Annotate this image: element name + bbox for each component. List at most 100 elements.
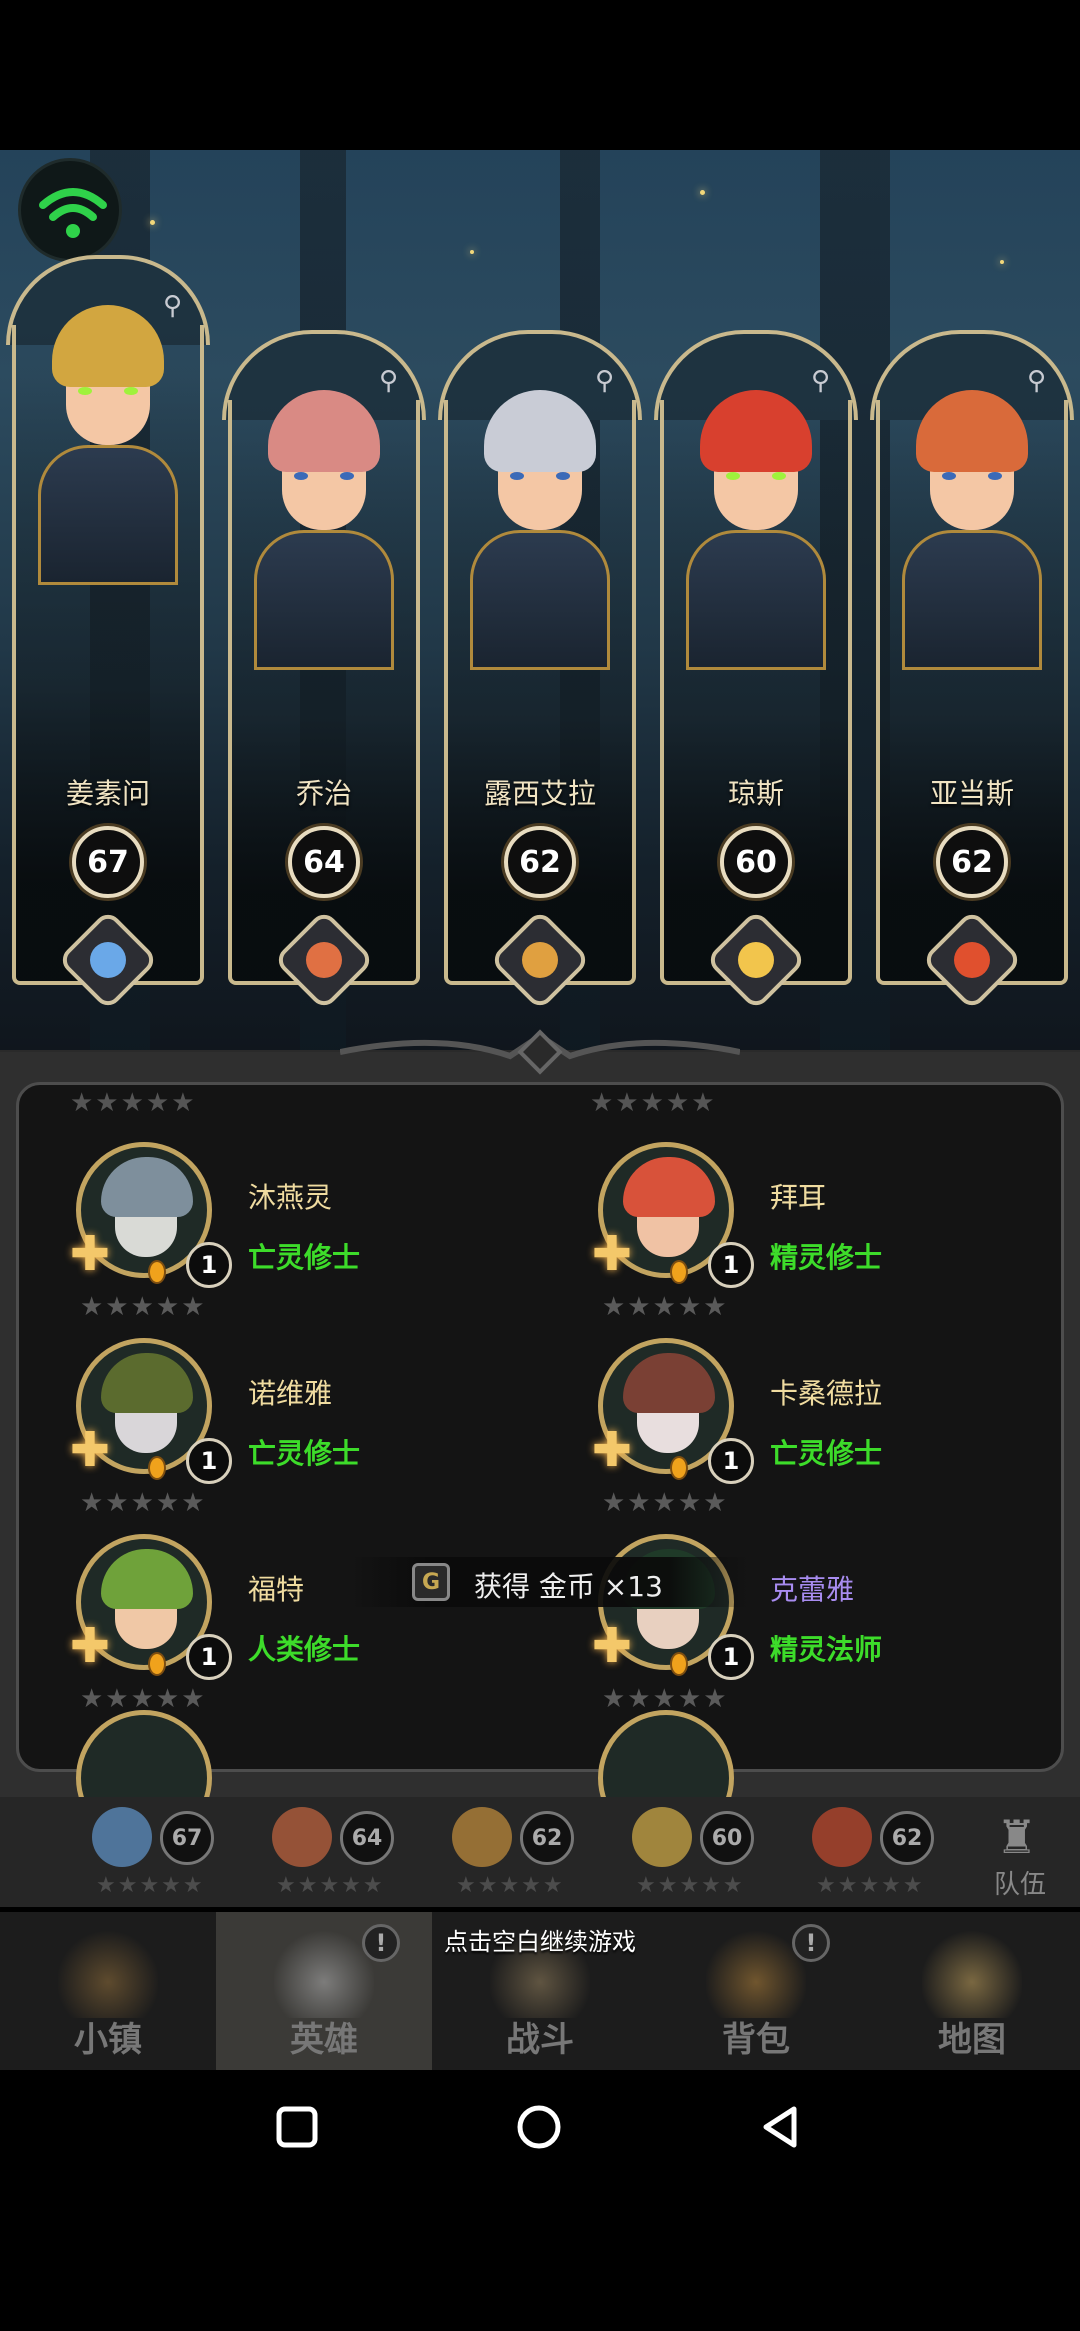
gem-icon <box>670 1456 688 1480</box>
hero-armor <box>686 530 826 670</box>
team-hero-level: 62 <box>880 1811 934 1865</box>
hero-eye <box>988 472 1002 480</box>
hero-class: 亡灵修士 <box>248 1437 361 1470</box>
system-navigation-bar <box>0 2070 1080 2180</box>
hero-eye <box>78 387 92 395</box>
town-icon <box>58 1928 158 2018</box>
hero-name: 乔治 <box>295 777 352 810</box>
team-bar[interactable]: 67 ★★★★★ 64 ★★★★★ 62 ★★★★★ 60 ★★★★★ 62 ★★★★★ <box>0 1797 1080 1907</box>
hero-armor <box>470 530 610 670</box>
hero-card[interactable]: ⚲ 亚当斯 62 <box>870 330 1074 1011</box>
hero-card[interactable]: ⚲ 露西艾拉 62 <box>438 330 642 1011</box>
hero-armor <box>902 530 1042 670</box>
hero-portrait <box>686 360 826 670</box>
gem-icon <box>670 1652 688 1676</box>
map-icon <box>922 1928 1022 2018</box>
wifi-icon <box>39 188 107 238</box>
team-slot[interactable]: 62 ★★★★★ <box>802 1797 962 1907</box>
firefly <box>1000 260 1004 264</box>
nav-town[interactable]: 小镇 <box>0 1912 216 2070</box>
continue-hint: 点击空白继续游戏 <box>444 1928 636 1956</box>
hero-list: ✚ 1 ★★★★★ 沐燕灵 亡灵修士 ✚ 1 ★★★★★ 拜耳 精灵修士 ✚ 1 ★★★★★ 诺维雅 亡灵修… <box>16 1082 1064 1846</box>
firefly <box>470 250 474 254</box>
back-button[interactable] <box>758 2104 804 2150</box>
magnifier-icon[interactable]: ⚲ <box>595 366 614 396</box>
nav-label: 背包 <box>722 2020 790 2060</box>
healer-cross-icon: ✚ <box>69 1618 111 1674</box>
hero-level-badge: 62 <box>504 826 576 898</box>
class-emblem-icon <box>57 909 159 1011</box>
nav-map[interactable]: 地图 <box>864 1912 1080 2070</box>
hero-portrait <box>902 360 1042 670</box>
chess-icon: ♜ <box>996 1810 1038 1864</box>
team-hero-portrait <box>452 1807 512 1867</box>
hero-list-item[interactable]: ✚ 1 ★★★★★ 沐燕灵 亡灵修士 <box>26 1142 526 1332</box>
hero-level-badge: 1 <box>186 1242 232 1288</box>
nav-label: 小镇 <box>74 2020 142 2060</box>
divider-ornament <box>340 1029 740 1075</box>
recent-apps-button[interactable] <box>274 2104 320 2150</box>
star-rating: ★★★★★ <box>276 1873 385 1898</box>
hero-armor <box>38 445 178 585</box>
hero-name: 露西艾拉 <box>483 777 596 810</box>
healer-cross-icon: ✚ <box>591 1422 633 1478</box>
class-emblem-icon <box>489 909 591 1011</box>
hero-class: 精灵修士 <box>770 1241 883 1274</box>
hero-name: 克蕾雅 <box>770 1573 855 1606</box>
hero-armor <box>254 530 394 670</box>
hero-level-badge: 1 <box>708 1438 754 1484</box>
hero-icon <box>274 1928 374 2018</box>
hero-list-item[interactable]: ✚ 1 ★★★★★ 诺维雅 亡灵修士 <box>26 1338 526 1528</box>
healer-cross-icon: ✚ <box>591 1226 633 1282</box>
hero-card[interactable]: ⚲ 姜素问 67 <box>6 255 210 1011</box>
hero-class: 精灵法师 <box>770 1633 883 1666</box>
hero-name: 福特 <box>248 1573 305 1606</box>
team-slot[interactable]: 67 ★★★★★ <box>82 1797 242 1907</box>
healer-cross-icon: ✚ <box>591 1618 633 1674</box>
star-rating: ★★★★★ <box>96 1873 205 1898</box>
gem-icon <box>670 1260 688 1284</box>
hero-level-badge: 1 <box>186 1634 232 1680</box>
team-hero-level: 60 <box>700 1811 754 1865</box>
class-emblem-icon <box>273 909 375 1011</box>
magnifier-icon[interactable]: ⚲ <box>163 291 182 321</box>
wifi-status <box>18 158 122 262</box>
home-button[interactable] <box>516 2104 562 2150</box>
hero-portrait <box>470 360 610 670</box>
hero-eye <box>556 472 570 480</box>
hero-name: 亚当斯 <box>929 777 1014 810</box>
team-button[interactable]: ♜ 队伍 <box>984 1810 1064 1900</box>
backpack-icon <box>706 1928 806 2018</box>
team-slot[interactable]: 62 ★★★★★ <box>442 1797 602 1907</box>
healer-cross-icon: ✚ <box>69 1422 111 1478</box>
team-label: 队伍 <box>994 1870 1047 1900</box>
hero-name: 拜耳 <box>770 1181 827 1214</box>
hero-list-item[interactable]: ✚ 1 ★★★★★ 卡桑德拉 亡灵修士 <box>548 1338 1048 1528</box>
reward-toast: G 获得 金币 ×13 <box>350 1557 750 1607</box>
team-hero-portrait <box>272 1807 332 1867</box>
team-slot[interactable]: 64 ★★★★★ <box>262 1797 422 1907</box>
magnifier-icon[interactable]: ⚲ <box>811 366 830 396</box>
magnifier-icon[interactable]: ⚲ <box>1027 366 1046 396</box>
hero-level-badge: 60 <box>720 826 792 898</box>
hero-eye <box>340 472 354 480</box>
gem-icon <box>148 1456 166 1480</box>
reward-text: 获得 金币 ×13 <box>474 1570 663 1603</box>
hero-name: 沐燕灵 <box>248 1181 333 1214</box>
hero-eye <box>726 472 740 480</box>
star-rating: ★★★★★ <box>636 1873 745 1898</box>
hero-list-item[interactable]: ✚ 1 ★★★★★ 拜耳 精灵修士 <box>548 1142 1048 1332</box>
hero-card[interactable]: ⚲ 琼斯 60 <box>654 330 858 1011</box>
hero-name: 卡桑德拉 <box>770 1377 883 1410</box>
coin-icon: G <box>412 1563 450 1601</box>
hero-class: 亡灵修士 <box>770 1437 883 1470</box>
team-hero-portrait <box>632 1807 692 1867</box>
magnifier-icon[interactable]: ⚲ <box>379 366 398 396</box>
hero-card[interactable]: ⚲ 乔治 64 <box>222 330 426 1011</box>
nav-label: 地图 <box>938 2020 1006 2060</box>
hero-class: 亡灵修士 <box>248 1241 361 1274</box>
team-slot[interactable]: 60 ★★★★★ <box>622 1797 782 1907</box>
hero-eye <box>124 387 138 395</box>
hero-level-badge: 1 <box>708 1242 754 1288</box>
hero-class: 人类修士 <box>248 1633 361 1666</box>
